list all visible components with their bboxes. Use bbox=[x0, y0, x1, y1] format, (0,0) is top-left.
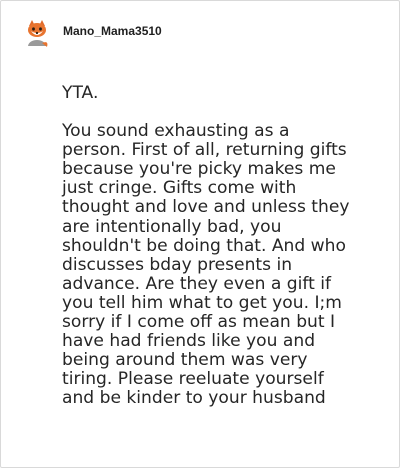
username[interactable]: Mano_Mama3510 bbox=[63, 24, 162, 38]
comment-text: You sound exhausting as a person. First … bbox=[62, 121, 350, 409]
comment-card: Mano_Mama3510 YTA. You sound exhausting … bbox=[0, 0, 400, 468]
comment-body: YTA. You sound exhausting as a person. F… bbox=[62, 83, 392, 409]
comment-header: Mano_Mama3510 bbox=[20, 16, 162, 50]
fox-avatar-icon[interactable] bbox=[20, 16, 54, 50]
comment-verdict: YTA. bbox=[62, 83, 99, 103]
